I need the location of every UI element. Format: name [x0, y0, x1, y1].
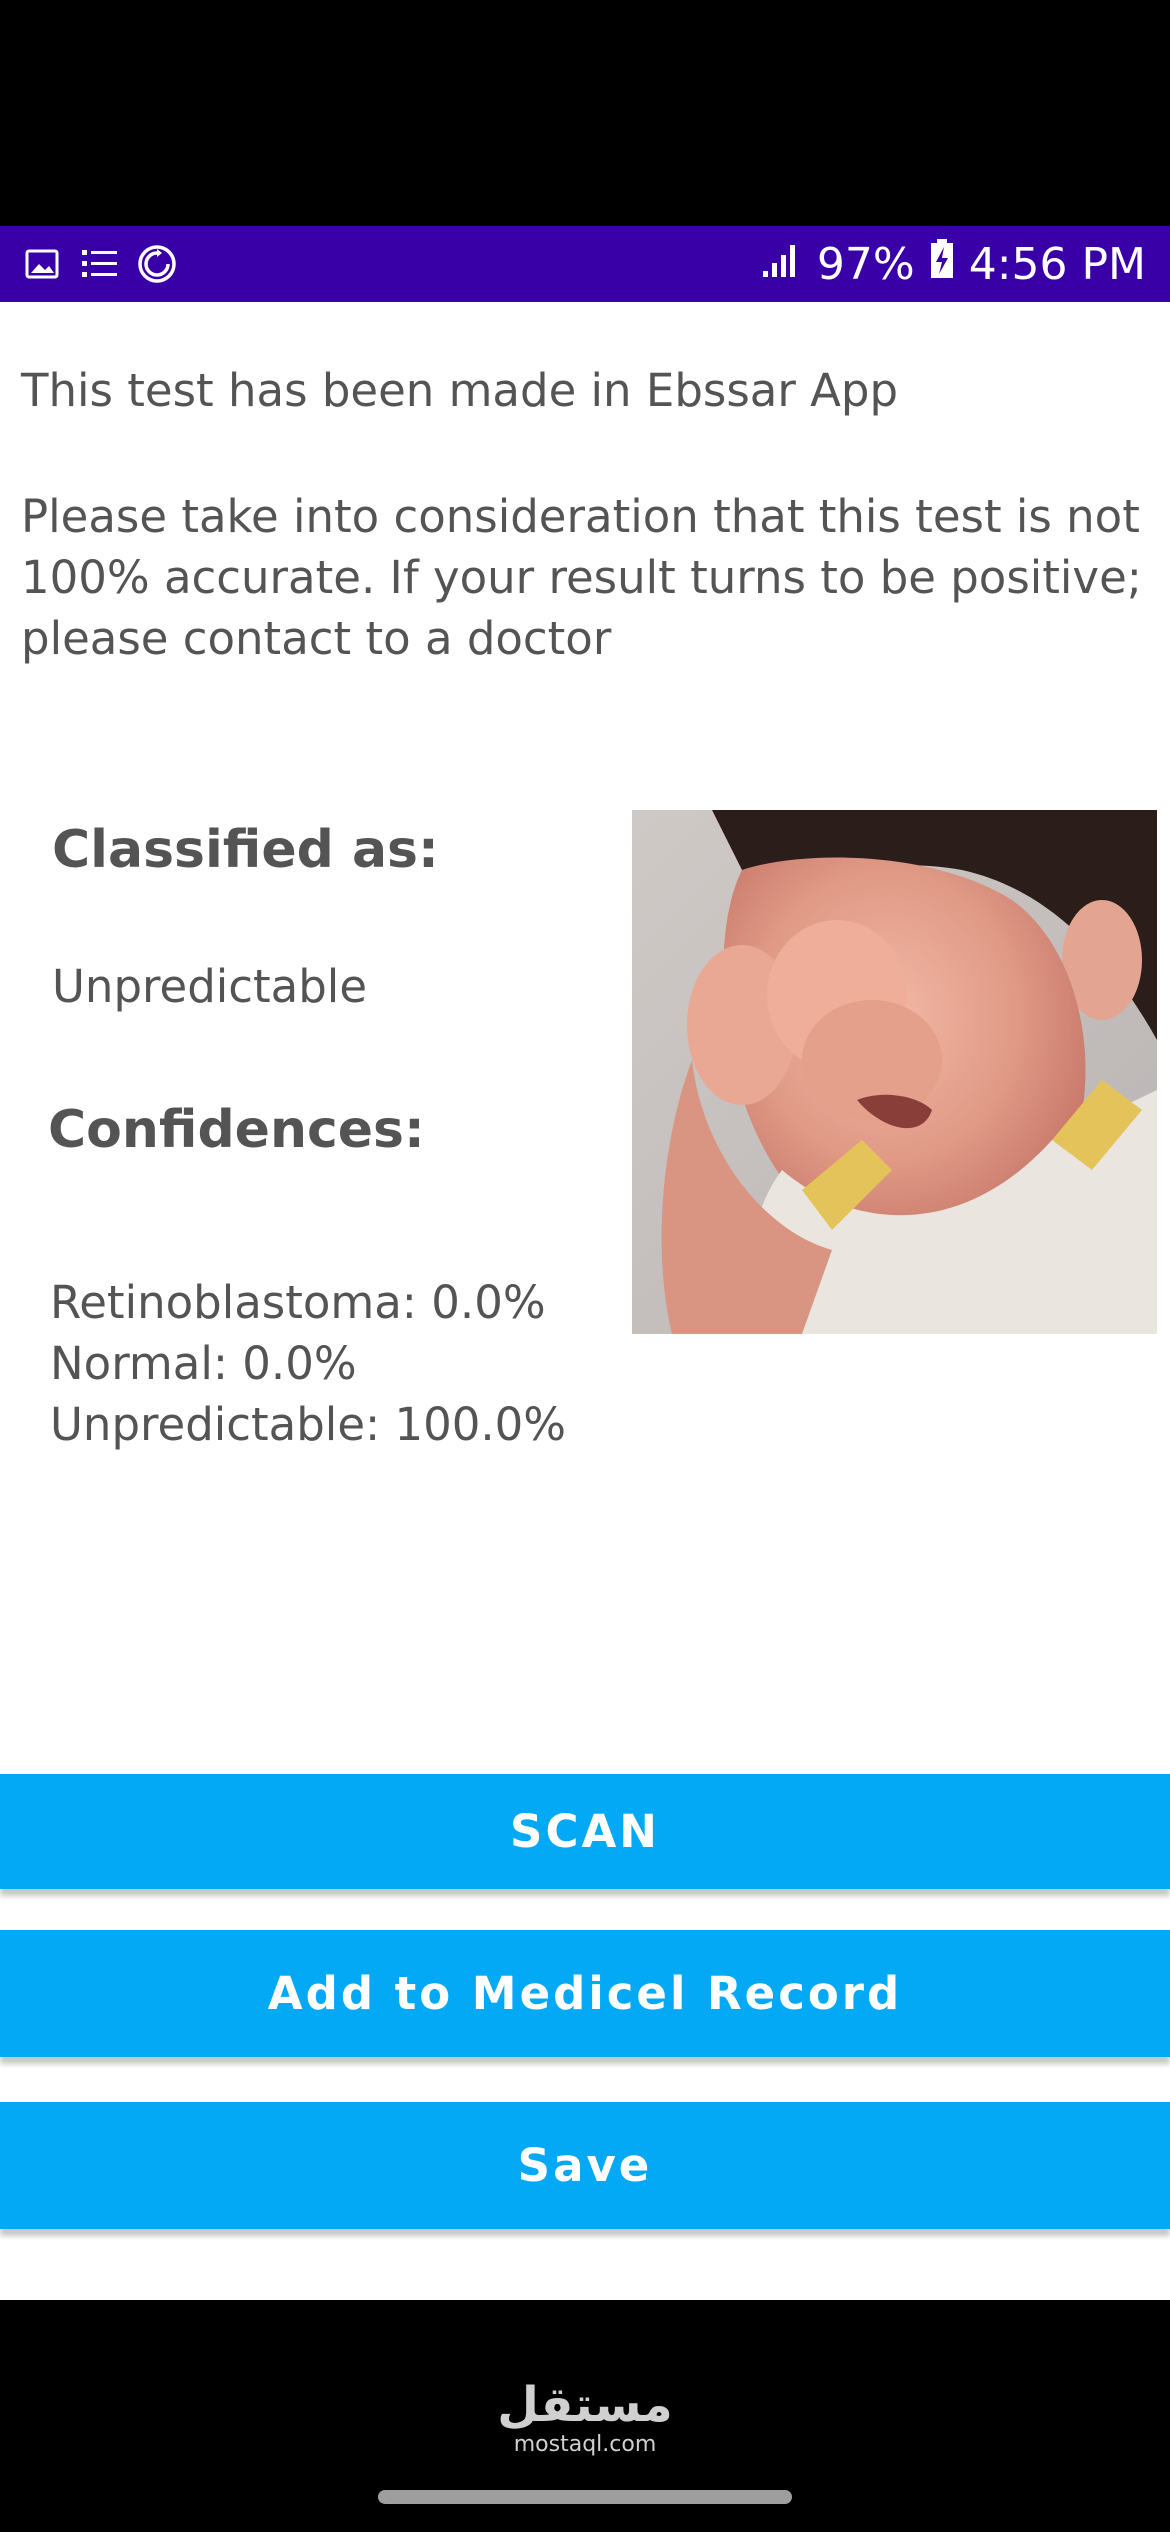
watermark-arabic: مستقل: [497, 2377, 673, 2433]
battery-percent: 97%: [816, 238, 915, 290]
intro-text: This test has been made in Ebssar App: [21, 364, 899, 417]
battery-charging-icon: [929, 238, 955, 291]
gallery-icon: [24, 226, 60, 302]
clock: 4:56 PM: [968, 238, 1146, 290]
watermark-latin: mostaql.com: [513, 2432, 657, 2457]
confidences-list: Retinoblastoma: 0.0% Normal: 0.0% Unpred…: [50, 1272, 566, 1455]
scanned-photo: [632, 810, 1157, 1334]
add-to-medical-record-button[interactable]: Add to Medicel Record: [0, 1930, 1170, 2057]
confidence-normal: Normal: 0.0%: [50, 1337, 357, 1390]
sync-icon: [136, 226, 178, 302]
classified-heading: Classified as:: [52, 820, 439, 880]
scan-button[interactable]: SCAN: [0, 1774, 1170, 1889]
top-black-area: [0, 0, 1170, 226]
confidence-unpredictable: Unpredictable: 100.0%: [50, 1398, 567, 1451]
status-bar: 97% 4:56 PM: [0, 226, 1170, 302]
signal-icon: [761, 239, 803, 290]
confidences-heading: Confidences:: [48, 1100, 425, 1160]
result-screen: This test has been made in Ebssar App Pl…: [0, 302, 1170, 2300]
list-icon: [80, 226, 120, 302]
disclaimer-text: Please take into consideration that this…: [21, 490, 1142, 665]
classified-value: Unpredictable: [52, 960, 367, 1013]
home-indicator[interactable]: [378, 2490, 792, 2504]
save-button[interactable]: Save: [0, 2102, 1170, 2229]
confidence-retinoblastoma: Retinoblastoma: 0.0%: [50, 1276, 546, 1329]
watermark: مستقل mostaql.com: [480, 2380, 690, 2460]
